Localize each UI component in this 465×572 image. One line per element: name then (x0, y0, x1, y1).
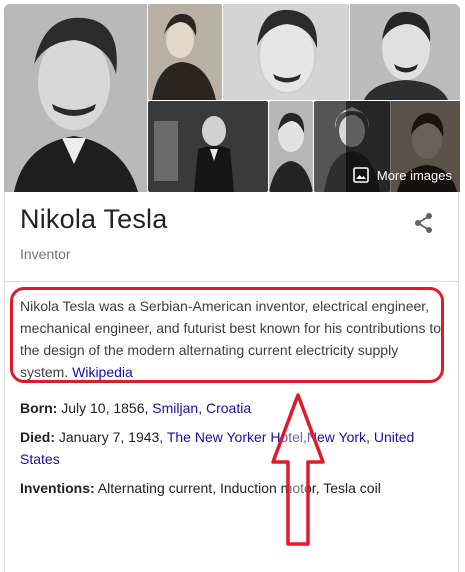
fact-died-sep2: , (366, 429, 370, 445)
main-portrait-image[interactable] (4, 4, 147, 192)
portrait-image-4[interactable] (350, 4, 460, 100)
share-icon[interactable] (412, 211, 436, 235)
image-gallery: More images (4, 4, 460, 192)
portrait-image-5[interactable] (148, 101, 268, 192)
fact-born-date: July 10, 1856, (61, 400, 149, 416)
fact-died: Died: January 7, 1943, The New Yorker Ho… (20, 426, 430, 470)
up-arrow-annotation (271, 393, 325, 546)
more-images-overlay[interactable]: More images (346, 101, 460, 192)
image-icon (353, 167, 369, 183)
fact-born-link-smiljan[interactable]: Smiljan (152, 400, 198, 416)
fact-inventions-text: Alternating current, Induction motor, Te… (97, 480, 381, 496)
fact-died-label: Died: (20, 429, 55, 445)
fact-born-link-croatia[interactable]: Croatia (206, 400, 251, 416)
portrait-image-2[interactable] (148, 4, 222, 100)
panel-title: Nikola Tesla (20, 204, 168, 234)
divider-top (5, 281, 458, 282)
fact-inventions-label: Inventions: (20, 480, 95, 496)
portrait-image-6[interactable] (269, 101, 313, 192)
fact-born-sep: , (198, 400, 203, 416)
more-images-label: More images (376, 167, 452, 183)
highlight-box (10, 287, 444, 383)
fact-died-date: January 7, 1943, (58, 429, 164, 445)
fact-born: Born: July 10, 1856, Smiljan, Croatia (20, 397, 430, 419)
panel-subtitle: Inventor (20, 246, 71, 262)
fact-inventions: Inventions: Alternating current, Inducti… (20, 477, 430, 499)
portrait-image-3[interactable] (223, 4, 349, 100)
fact-born-label: Born: (20, 400, 58, 416)
more-images-button[interactable]: More images (353, 167, 452, 183)
